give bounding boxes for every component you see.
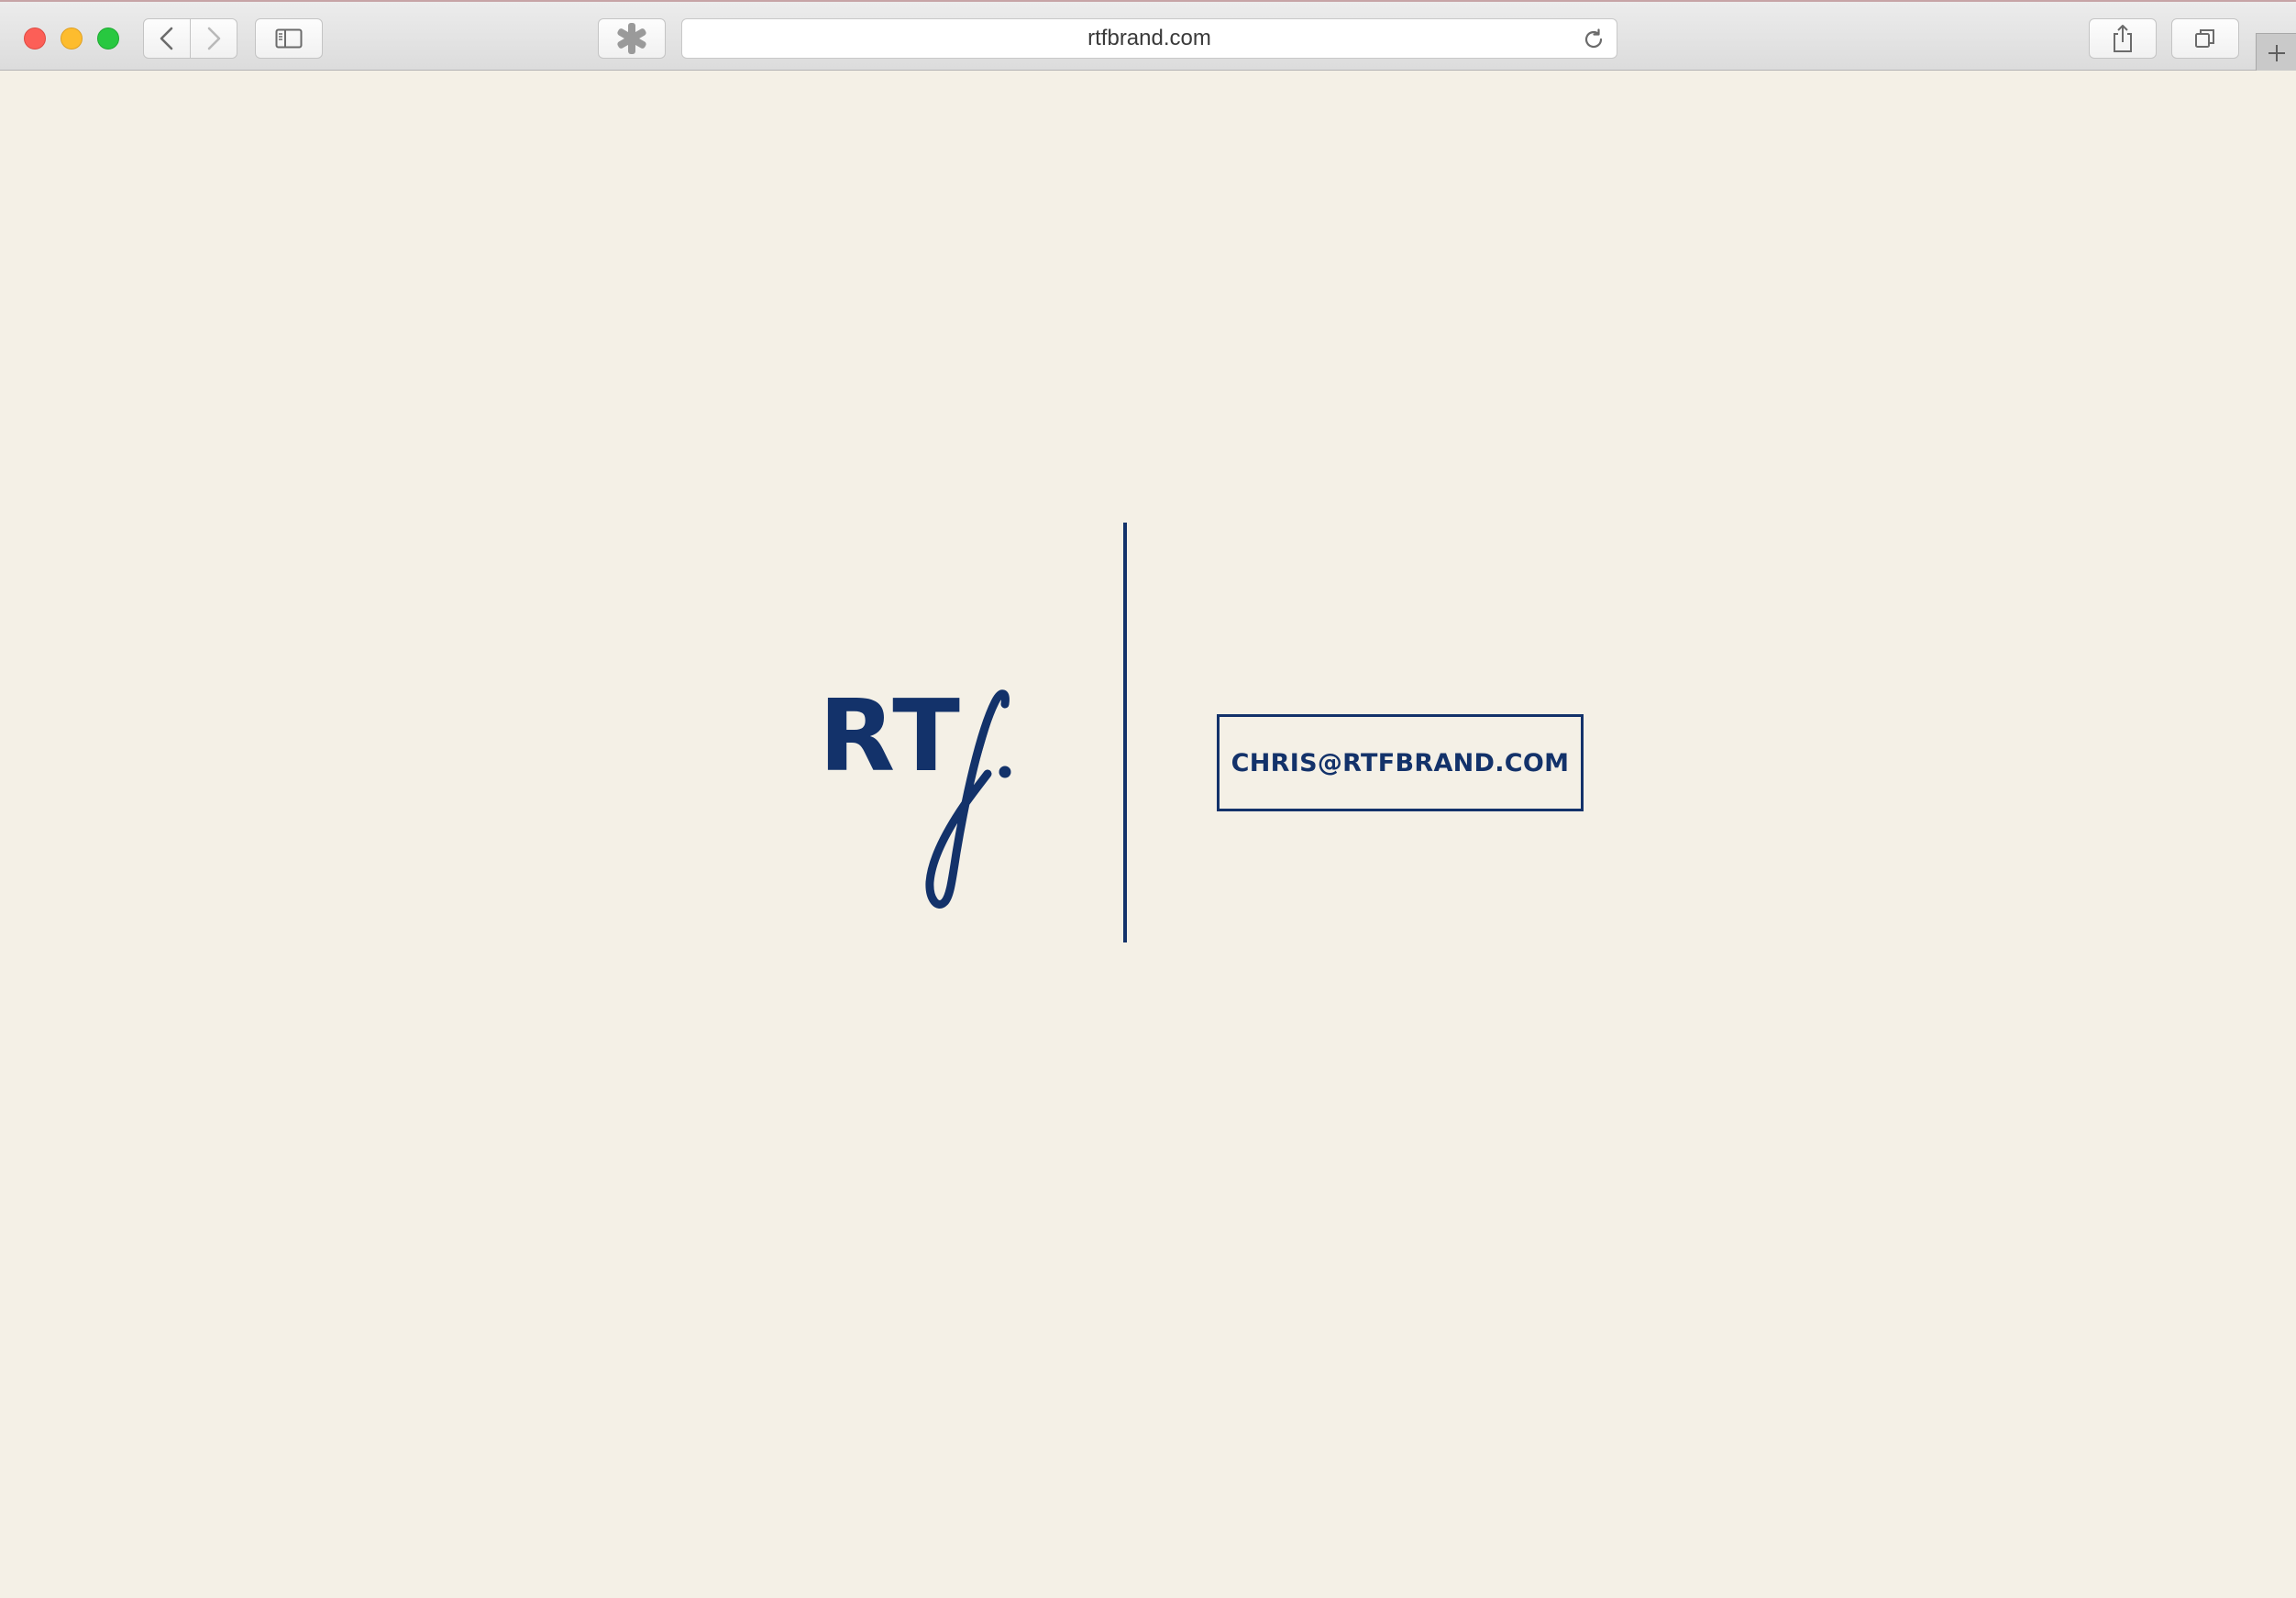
plus-icon — [2268, 45, 2285, 61]
share-button[interactable] — [2089, 18, 2157, 59]
share-icon — [2114, 25, 2132, 52]
rtf-logo[interactable]: RT — [819, 623, 1022, 917]
page-content — [0, 71, 2296, 1598]
email-button[interactable]: CHRIS@RTFBRAND.COM — [1217, 714, 1584, 811]
reload-icon[interactable] — [1582, 28, 1606, 51]
close-window-button[interactable] — [24, 28, 46, 50]
sidebar-icon — [275, 28, 303, 49]
sidebar-toggle-button[interactable] — [255, 18, 323, 59]
browser-toolbar: rtfbrand.com — [0, 0, 2296, 72]
new-tab-button[interactable] — [2256, 33, 2296, 72]
maximize-window-button[interactable] — [97, 28, 119, 50]
extension-icon — [617, 23, 646, 54]
email-label: CHRIS@RTFBRAND.COM — [1231, 748, 1570, 777]
tabs-icon — [2195, 29, 2214, 48]
minimize-window-button[interactable] — [61, 28, 83, 50]
back-button[interactable] — [143, 18, 191, 59]
back-icon — [160, 27, 173, 50]
forward-icon — [207, 27, 221, 50]
logo-script-f — [925, 689, 1011, 909]
forward-button[interactable] — [190, 18, 237, 59]
extension-button[interactable] — [598, 18, 666, 59]
address-bar[interactable]: rtfbrand.com — [681, 18, 1617, 59]
url-text: rtfbrand.com — [1087, 26, 1211, 50]
vertical-divider — [1123, 523, 1127, 942]
browser-window: rtfbrand.com RT CHRIS@RTFBRAND.COM — [0, 0, 2296, 1598]
show-tabs-button[interactable] — [2171, 18, 2239, 59]
